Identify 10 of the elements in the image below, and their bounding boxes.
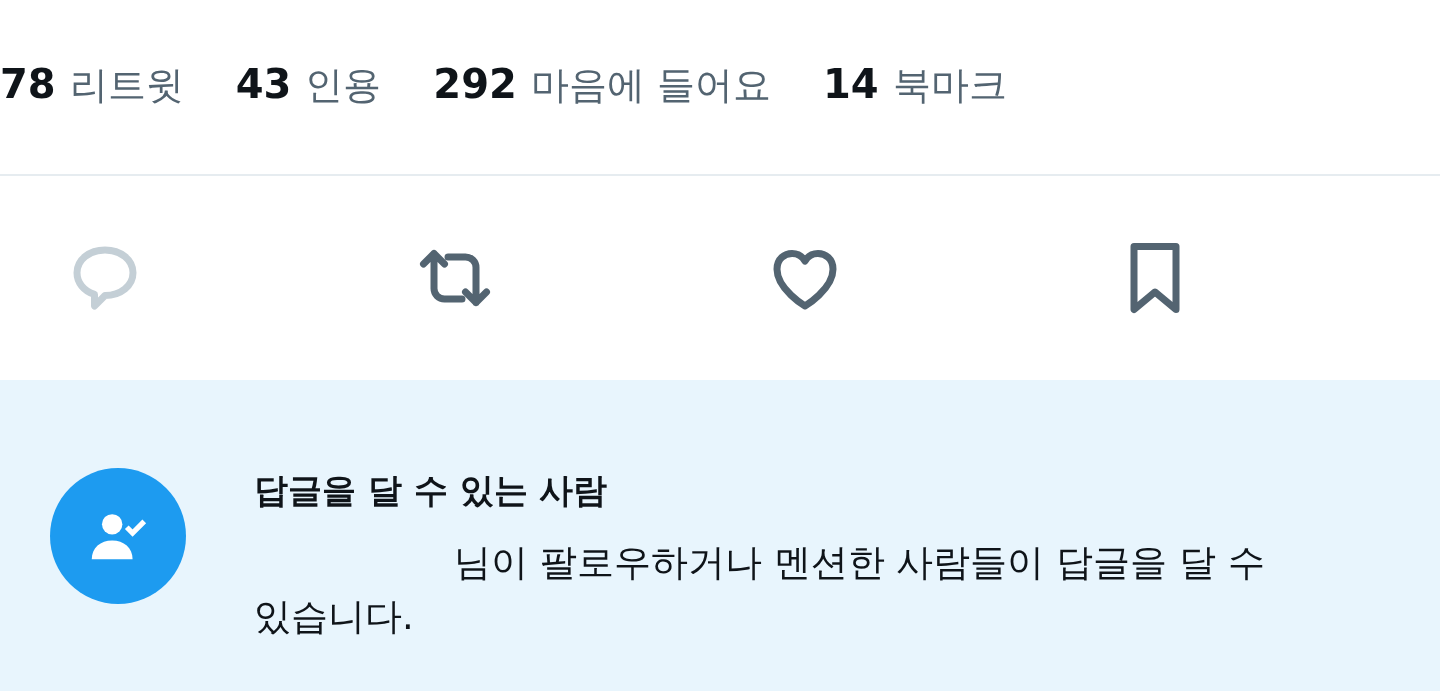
notice-title: 답글을 달 수 있는 사람 <box>254 469 609 512</box>
notice-text: 님이 팔로우하거나 멘션한 사람들이 답글을 달 수 있습니다. <box>254 540 1266 640</box>
stat-count: 78 <box>0 60 56 107</box>
stat-label: 북마크 <box>892 61 1007 109</box>
stat-count: 14 <box>822 60 879 107</box>
stat-label: 마음에 들어요 <box>530 61 771 109</box>
stat-count: 43 <box>235 60 292 107</box>
stat-label: 인용 <box>305 61 382 109</box>
stat-count: 292 <box>433 60 517 107</box>
stat-label: 리트윗 <box>69 61 184 109</box>
